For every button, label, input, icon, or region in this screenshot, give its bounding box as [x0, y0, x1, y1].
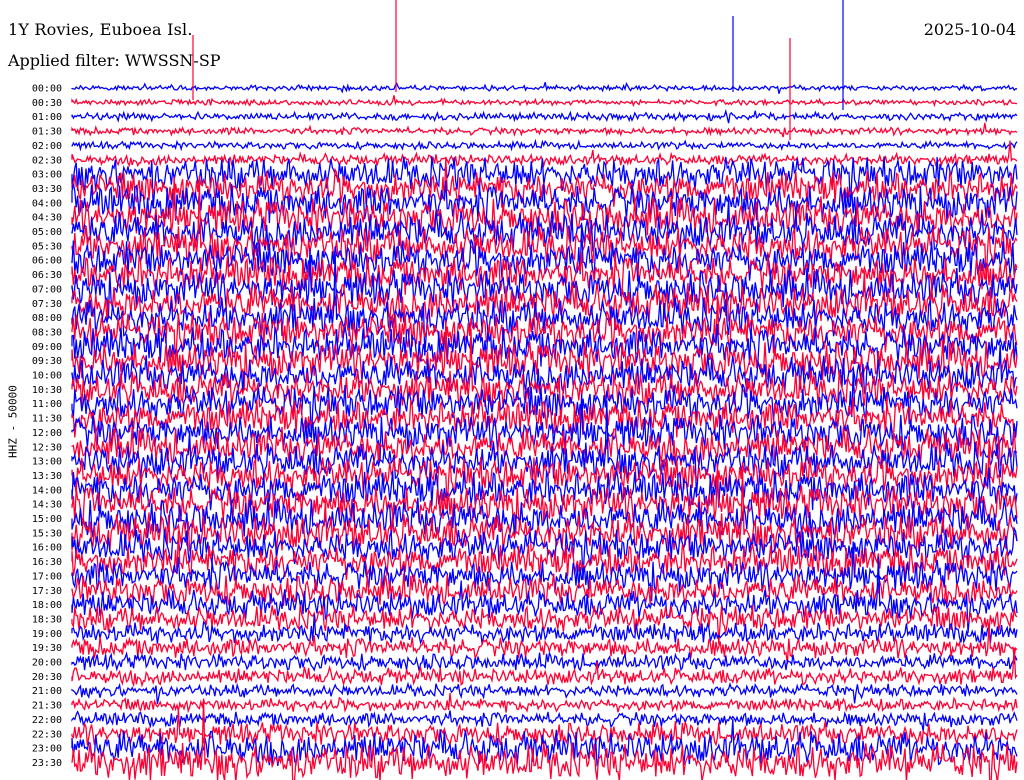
row-time-label: 08:30 — [32, 327, 62, 338]
row-time-label: 19:30 — [32, 643, 62, 654]
trace-layer — [71, 0, 1018, 780]
row-time-label: 00:30 — [32, 98, 62, 109]
row-time-label: 06:30 — [32, 270, 62, 281]
trace-line — [71, 138, 1018, 152]
row-time-label: 19:00 — [32, 629, 62, 640]
row-time-label: 06:00 — [32, 256, 62, 267]
trace-line — [71, 108, 1018, 124]
row-time-label: 04:00 — [32, 198, 62, 209]
row-time-label: 20:30 — [32, 672, 62, 683]
row-time-label: 20:00 — [32, 658, 62, 669]
row-time-label: 16:30 — [32, 557, 62, 568]
row-time-label: 21:30 — [32, 701, 62, 712]
row-time-label: 13:30 — [32, 471, 62, 482]
trace-line — [71, 95, 1018, 108]
row-time-label: 11:30 — [32, 414, 62, 425]
row-time-label: 03:00 — [32, 170, 62, 181]
row-time-label: 08:00 — [32, 313, 62, 324]
row-time-label: 01:00 — [32, 112, 62, 123]
tick-label-layer: 00:00 00:30 01:00 01:30 02:00 02:30 03:00 03:30… — [32, 84, 62, 769]
row-time-label: 02:30 — [32, 155, 62, 166]
row-time-label: 09:00 — [32, 342, 62, 353]
row-time-label: 12:30 — [32, 442, 62, 453]
helicorder-plot: 00:00 00:30 01:00 01:30 02:00 02:30 03:00 03:30… — [32, 0, 1018, 780]
row-time-label: 03:30 — [32, 184, 62, 195]
row-time-label: 00:00 — [32, 84, 62, 95]
row-time-label: 16:00 — [32, 543, 62, 554]
row-time-label: 15:30 — [32, 528, 62, 539]
row-time-label: 10:00 — [32, 371, 62, 382]
trace-line — [71, 650, 1018, 672]
row-time-label: 05:00 — [32, 227, 62, 238]
row-time-label: 12:00 — [32, 428, 62, 439]
trace-line — [71, 709, 1018, 747]
row-time-label: 23:30 — [32, 758, 62, 769]
row-time-label: 13:00 — [32, 457, 62, 468]
trace-line — [71, 681, 1018, 705]
trace-line — [71, 122, 1018, 138]
row-time-label: 14:30 — [32, 500, 62, 511]
row-time-label: 11:00 — [32, 399, 62, 410]
row-time-label: 09:30 — [32, 356, 62, 367]
row-time-label: 18:00 — [32, 600, 62, 611]
row-time-label: 23:00 — [32, 744, 62, 755]
row-time-label: 17:00 — [32, 571, 62, 582]
row-time-label: 18:30 — [32, 614, 62, 625]
row-time-label: 17:30 — [32, 586, 62, 597]
row-time-label: 01:30 — [32, 127, 62, 138]
trace-line — [71, 82, 1017, 94]
row-time-label: 07:00 — [32, 284, 62, 295]
row-time-label: 14:00 — [32, 485, 62, 496]
row-time-label: 21:00 — [32, 686, 62, 697]
row-time-label: 04:30 — [32, 213, 62, 224]
trace-line — [71, 698, 1018, 780]
row-time-label: 02:00 — [32, 141, 62, 152]
row-time-label: 10:30 — [32, 385, 62, 396]
row-time-label: 07:30 — [32, 299, 62, 310]
row-time-label: 05:30 — [32, 241, 62, 252]
row-time-label: 22:00 — [32, 715, 62, 726]
trace-line — [71, 693, 1018, 714]
row-time-label: 15:00 — [32, 514, 62, 525]
row-time-label: 22:30 — [32, 729, 62, 740]
